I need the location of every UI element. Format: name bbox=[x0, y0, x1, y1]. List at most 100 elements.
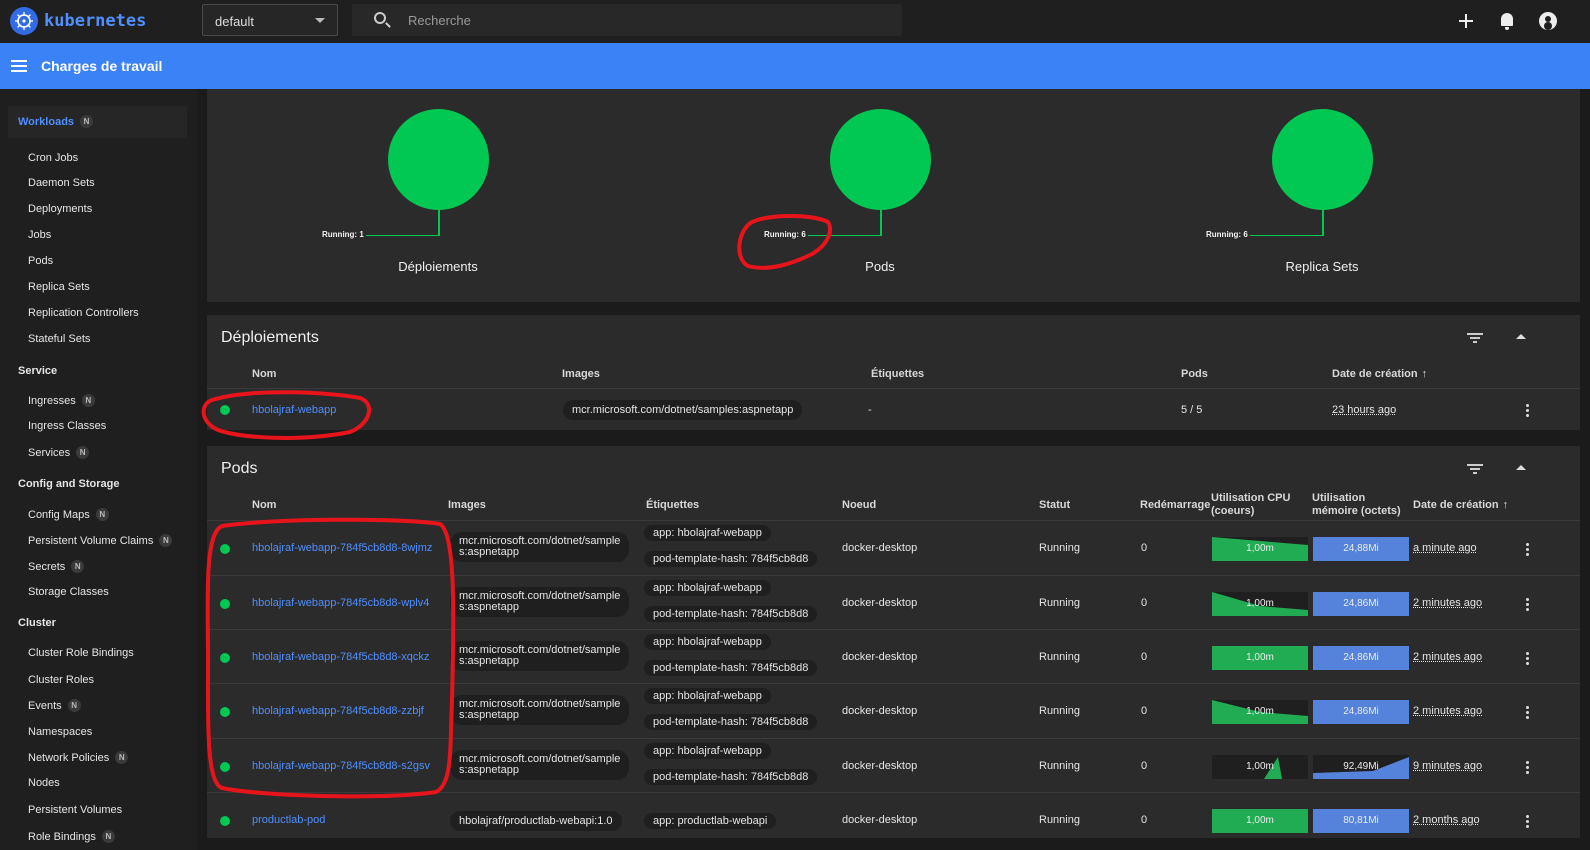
status-circle[interactable] bbox=[830, 109, 931, 210]
sidebar-item[interactable]: Persistent Volume Claims N bbox=[28, 534, 173, 547]
menu-icon[interactable] bbox=[11, 60, 27, 72]
sidebar-item[interactable]: Replication Controllers bbox=[28, 307, 139, 319]
cpu-sparkline[interactable]: 1,00m bbox=[1212, 700, 1308, 724]
memory-sparkline[interactable]: 80,81Mi bbox=[1313, 809, 1409, 833]
cpu-sparkline[interactable]: 1,00m bbox=[1212, 809, 1308, 833]
sidebar-item[interactable]: Persistent Volumes bbox=[28, 804, 122, 816]
sidebar-item[interactable]: Deployments bbox=[28, 203, 92, 215]
more-actions-icon[interactable] bbox=[1526, 598, 1530, 612]
sidebar-item[interactable]: Ingress Classes bbox=[28, 420, 106, 432]
memory-value: 92,49Mi bbox=[1343, 761, 1379, 772]
running-count: Running: 6 bbox=[764, 230, 806, 239]
deployment-link[interactable]: hbolajraf-webapp bbox=[252, 404, 336, 416]
memory-sparkline[interactable]: 24,86Mi bbox=[1313, 592, 1409, 616]
label-chip: pod-template-hash: 784f5cb8d8 bbox=[644, 551, 818, 567]
sidebar-item[interactable]: Ingresses N bbox=[28, 394, 95, 407]
filter-icon[interactable] bbox=[1467, 333, 1483, 343]
leader-line bbox=[1250, 235, 1324, 236]
cpu-value: 1,00m bbox=[1246, 543, 1274, 554]
pod-link[interactable]: hbolajraf-webapp-784f5cb8d8-zzbjf bbox=[252, 705, 424, 717]
sidebar-item[interactable]: Jobs bbox=[28, 229, 51, 241]
search-input[interactable] bbox=[408, 4, 888, 36]
node-value: docker-desktop bbox=[842, 760, 918, 772]
more-actions-icon[interactable] bbox=[1526, 815, 1530, 829]
sidebar-item[interactable]: Daemon Sets bbox=[28, 177, 95, 189]
sidebar-item[interactable]: Services N bbox=[28, 446, 90, 459]
more-actions-icon[interactable] bbox=[1526, 761, 1530, 775]
collapse-icon[interactable] bbox=[1516, 465, 1526, 470]
app-title[interactable]: kubernetes bbox=[44, 11, 146, 31]
sidebar-item-label: Cluster Roles bbox=[28, 674, 95, 686]
status-circle[interactable] bbox=[388, 109, 489, 210]
memory-sparkline[interactable]: 24,86Mi bbox=[1313, 646, 1409, 670]
restarts-value: 0 bbox=[1141, 814, 1148, 826]
sidebar-item-label: Network Policies bbox=[28, 751, 110, 764]
namespace-select[interactable]: default bbox=[202, 4, 338, 36]
cpu-sparkline[interactable]: 1,00m bbox=[1212, 592, 1308, 616]
sidebar-item[interactable]: Role Bindings N bbox=[28, 830, 115, 843]
sidebar-item[interactable]: Cron Jobs bbox=[28, 152, 78, 164]
sidebar-item[interactable]: Cluster Role Bindings bbox=[28, 647, 134, 659]
sidebar-group-config[interactable]: Config and Storage bbox=[18, 478, 119, 490]
more-actions-icon[interactable] bbox=[1526, 652, 1530, 666]
sidebar-item[interactable]: Cluster Roles bbox=[28, 674, 94, 686]
row-divider bbox=[207, 629, 1580, 630]
column-labels: Étiquettes bbox=[646, 499, 700, 511]
sidebar-item[interactable]: Nodes bbox=[28, 777, 60, 789]
sidebar-item[interactable]: Namespaces bbox=[28, 726, 92, 738]
pod-link[interactable]: hbolajraf-webapp-784f5cb8d8-s2gsv bbox=[252, 760, 430, 772]
sidebar-item[interactable]: Replica Sets bbox=[28, 281, 90, 293]
more-actions-icon[interactable] bbox=[1526, 543, 1530, 557]
cpu-sparkline[interactable]: 1,00m bbox=[1212, 537, 1308, 561]
account-icon[interactable] bbox=[1538, 11, 1558, 31]
sort-arrow-icon: ↑ bbox=[1502, 499, 1509, 511]
collapse-icon[interactable] bbox=[1516, 334, 1526, 339]
sort-arrow-icon: ↑ bbox=[1421, 368, 1428, 380]
add-icon[interactable] bbox=[1456, 11, 1476, 31]
memory-sparkline[interactable]: 24,86Mi bbox=[1313, 700, 1409, 724]
image-chip: mcr.microsoft.com/dotnet/samples:aspneta… bbox=[450, 532, 630, 562]
more-actions-icon[interactable] bbox=[1526, 404, 1530, 418]
sidebar-item-label: Secrets bbox=[28, 560, 66, 573]
cpu-value: 1,00m bbox=[1246, 815, 1274, 826]
sidebar-item[interactable]: Stateful Sets bbox=[28, 333, 90, 345]
memory-value: 24,88Mi bbox=[1343, 543, 1379, 554]
kubernetes-logo-icon[interactable] bbox=[10, 7, 38, 35]
notifications-icon[interactable] bbox=[1497, 11, 1517, 31]
pod-link[interactable]: hbolajraf-webapp-784f5cb8d8-8wjmz bbox=[252, 542, 432, 554]
column-created[interactable]: Date de création ↑ bbox=[1332, 368, 1427, 381]
sidebar-item-workloads[interactable]: Workloads N bbox=[8, 106, 187, 138]
sidebar-group-cluster[interactable]: Cluster bbox=[18, 617, 56, 629]
column-created[interactable]: Date de création ↑ bbox=[1413, 499, 1508, 512]
sidebar-item[interactable]: Config Maps N bbox=[28, 508, 109, 521]
status-value: Running bbox=[1039, 542, 1080, 554]
label-chip: app: hbolajraf-webapp bbox=[644, 688, 771, 704]
sidebar-item[interactable]: Events N bbox=[28, 699, 81, 712]
more-actions-icon[interactable] bbox=[1526, 706, 1530, 720]
filter-icon[interactable] bbox=[1467, 464, 1483, 474]
sidebar-item[interactable]: Network Policies N bbox=[28, 751, 129, 764]
page-header: Charges de travail bbox=[0, 43, 1590, 89]
memory-sparkline[interactable]: 92,49Mi bbox=[1313, 755, 1409, 779]
leader-line bbox=[1322, 209, 1324, 236]
sidebar-item[interactable]: Pods bbox=[28, 255, 53, 267]
leader-line bbox=[366, 235, 440, 236]
status-circle[interactable] bbox=[1272, 109, 1373, 210]
sidebar-group-service[interactable]: Service bbox=[18, 365, 57, 377]
memory-sparkline[interactable]: 24,88Mi bbox=[1313, 537, 1409, 561]
sidebar-item[interactable]: Secrets N bbox=[28, 560, 85, 573]
pod-link[interactable]: hbolajraf-webapp-784f5cb8d8-xqckz bbox=[252, 651, 429, 663]
column-name[interactable]: Nom bbox=[252, 499, 276, 512]
cpu-sparkline[interactable]: 1,00m bbox=[1212, 646, 1308, 670]
deployments-title: Déploiements bbox=[221, 329, 319, 346]
sidebar-item[interactable]: Storage Classes bbox=[28, 586, 109, 598]
created-value: 2 minutes ago bbox=[1413, 651, 1483, 663]
pod-link[interactable]: hbolajraf-webapp-784f5cb8d8-wplv4 bbox=[252, 597, 429, 609]
memory-value: 24,86Mi bbox=[1343, 706, 1379, 717]
search-bar[interactable] bbox=[352, 4, 902, 36]
column-name[interactable]: Nom bbox=[252, 368, 276, 381]
cpu-sparkline[interactable]: 1,00m bbox=[1212, 755, 1308, 779]
pod-link[interactable]: productlab-pod bbox=[252, 814, 325, 826]
sidebar-item-label: Services bbox=[28, 446, 71, 459]
node-value: docker-desktop bbox=[842, 542, 918, 554]
